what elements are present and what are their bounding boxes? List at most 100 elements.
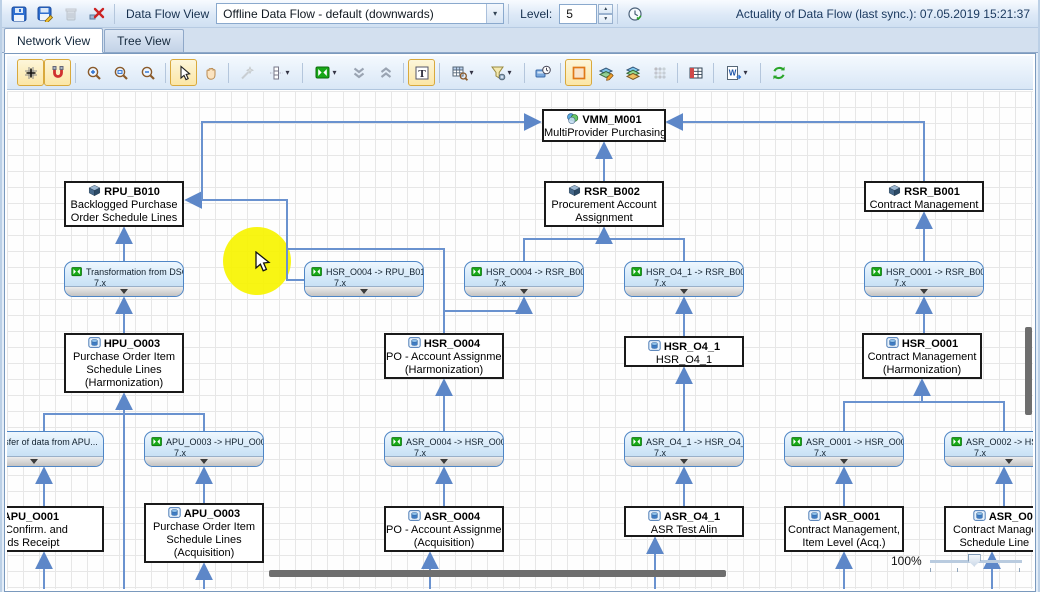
transformation-title: APU_O003 -> HPU_O003 <box>166 437 263 447</box>
transformation-node[interactable]: ASR_O004 -> HSR_O0047.x <box>384 431 504 467</box>
dropdown-arrow-icon[interactable]: ▾ <box>486 4 503 23</box>
spin-down-icon[interactable]: ▼ <box>598 14 613 24</box>
node-HSR_O004[interactable]: HSR_O004PO - Account Assignment(Harmoniz… <box>384 333 504 379</box>
expand-handle[interactable] <box>945 456 1033 466</box>
chevron-down-icon <box>200 459 208 464</box>
expand-handle[interactable] <box>625 456 743 466</box>
node-text: (Acquisition) <box>386 537 502 550</box>
dataflow-clock-button[interactable] <box>529 59 556 86</box>
expand-handle[interactable] <box>865 286 983 296</box>
node-HSR_O4_1[interactable]: HSR_O4_1HSR_O4_1 <box>624 336 744 367</box>
node-title: ASR_O4_1 <box>626 509 742 524</box>
node-text: Contract Management, <box>946 524 1033 537</box>
expand-handle[interactable] <box>7 456 103 466</box>
node-title: ASR_O004 <box>386 509 502 524</box>
node-text: Contract Management <box>864 351 980 364</box>
expand-handle[interactable] <box>465 286 583 296</box>
transformation-title: Transfer of data from APU... <box>7 437 98 447</box>
zoom-window-button[interactable] <box>107 59 134 86</box>
table-search-button[interactable]: ▾ <box>444 59 482 86</box>
diagram-canvas[interactable]: VMM_M001MultiProvider Purchasing RPU_B010… <box>7 91 1033 589</box>
row-layout-button[interactable]: ▾ <box>260 59 298 86</box>
node-ASR_O002[interactable]: ASR_O002Contract Management,Schedule Lin… <box>944 506 1033 552</box>
transformation-node[interactable]: ASR_O4_1 -> HSR_O4_17.x <box>624 431 744 467</box>
grid-snap-button[interactable] <box>17 59 44 86</box>
node-APU_O001[interactable]: APU_O001ation Confirm. andGoods Receipt <box>7 506 104 552</box>
node-ASR_O4_1[interactable]: ASR_O4_1ASR Test Alin <box>624 506 744 537</box>
expand-handle[interactable] <box>145 456 263 466</box>
node-RSR_B002[interactable]: RSR_B002Procurement AccountAssignment <box>544 181 664 227</box>
layers-edit-button[interactable] <box>592 59 619 86</box>
transformation-icon <box>631 266 643 278</box>
level-input[interactable]: 5 <box>559 4 597 24</box>
pointer-button[interactable] <box>170 59 197 86</box>
table-view-button[interactable] <box>682 59 709 86</box>
word-export-button[interactable]: W▾ <box>718 59 756 86</box>
magnet-button[interactable] <box>44 59 71 86</box>
save-button[interactable] <box>6 2 32 26</box>
transformation-node[interactable]: Transformation from DSO HP...7.x <box>64 261 184 297</box>
node-text: Purchase Order Item <box>66 351 182 364</box>
transformation-icon <box>311 266 323 278</box>
layers-button[interactable] <box>619 59 646 86</box>
chevron-down-icon <box>360 289 368 294</box>
sync-clock-button[interactable] <box>622 2 648 26</box>
node-ASR_O001[interactable]: ASR_O001Contract Management,Item Level (… <box>784 506 904 552</box>
delete-button <box>58 2 84 26</box>
node-text: Contract Management <box>866 199 982 212</box>
frame-button[interactable] <box>565 59 592 86</box>
expand-handle[interactable] <box>305 286 423 296</box>
svg-text:T: T <box>418 68 426 80</box>
remove-dataflow-button[interactable] <box>84 2 110 26</box>
grid-snap-icon <box>23 65 39 81</box>
level-spinner[interactable]: ▲ ▼ <box>598 4 613 24</box>
tab-network-view[interactable]: Network View <box>4 28 103 53</box>
toolbar-separator <box>403 63 404 83</box>
node-text: Backlogged Purchase <box>66 199 182 212</box>
filter-button[interactable]: ▾ <box>482 59 520 86</box>
chevron-down-icon <box>680 289 688 294</box>
transformation-node[interactable]: ASR_O001 -> HSR_O0017.x <box>784 431 904 467</box>
transformation-node[interactable]: APU_O003 -> HPU_O0037.x <box>144 431 264 467</box>
node-RSR_B001[interactable]: RSR_B001Contract Management <box>864 181 984 212</box>
node-APU_O003[interactable]: APU_O003Purchase Order ItemSchedule Line… <box>144 503 264 563</box>
node-VMM_M001[interactable]: VMM_M001MultiProvider Purchasing <box>542 109 666 142</box>
transformation-node[interactable]: HSR_O004 -> RSR_B0027.x <box>464 261 584 297</box>
transformation-button[interactable]: ▾ <box>307 59 345 86</box>
expand-handle[interactable] <box>625 286 743 296</box>
text-mode-icon: T <box>414 65 430 81</box>
transformation-node[interactable]: ASR_O002 -> HSR_O007.x <box>944 431 1033 467</box>
dataflow-dropdown[interactable]: Offline Data Flow - default (downwards) … <box>216 3 504 24</box>
expand-all-button[interactable] <box>372 59 399 86</box>
zoom-out-button[interactable] <box>134 59 161 86</box>
node-HPU_O003[interactable]: HPU_O003Purchase Order ItemSchedule Line… <box>64 333 184 393</box>
transformation-node[interactable]: HSR_O001 -> RSR_B0017.x <box>864 261 984 297</box>
expand-handle[interactable] <box>785 456 903 466</box>
spin-up-icon[interactable]: ▲ <box>598 4 613 14</box>
node-RPU_B010[interactable]: RPU_B010Backlogged PurchaseOrder Schedul… <box>64 181 184 227</box>
row-layout-icon <box>268 65 284 81</box>
collapse-all-button[interactable] <box>345 59 372 86</box>
refresh-button[interactable] <box>765 59 792 86</box>
transformation-title: HSR_O4_1 -> RSR_B002 <box>646 267 743 277</box>
horizontal-scrollbar-thumb[interactable] <box>269 570 726 577</box>
node-HSR_O001[interactable]: HSR_O001Contract Management(Harmonizatio… <box>862 333 982 379</box>
node-title: HSR_O001 <box>864 336 980 351</box>
node-ASR_O004[interactable]: ASR_O004PO - Account Assignment(Acquisit… <box>384 506 504 552</box>
transformation-node[interactable]: HSR_O004 -> RPU_B0107.x <box>304 261 424 297</box>
transformation-icon <box>471 266 483 278</box>
pan-hand-button[interactable] <box>197 59 224 86</box>
text-mode-button[interactable]: T <box>408 59 435 86</box>
expand-handle[interactable] <box>65 286 183 296</box>
dso-icon <box>648 511 664 523</box>
transformation-node[interactable]: Transfer of data from APU... <box>7 431 104 467</box>
save-as-button[interactable] <box>32 2 58 26</box>
vertical-scrollbar-thumb[interactable] <box>1025 327 1032 415</box>
zoom-in-button[interactable] <box>80 59 107 86</box>
tab-tree-view[interactable]: Tree View <box>104 29 183 52</box>
expand-handle[interactable] <box>385 456 503 466</box>
transformation-node[interactable]: HSR_O4_1 -> RSR_B0027.x <box>624 261 744 297</box>
zoom-slider[interactable] <box>930 560 1022 563</box>
zoom-slider-thumb[interactable] <box>968 554 981 567</box>
cube-icon <box>568 186 584 198</box>
